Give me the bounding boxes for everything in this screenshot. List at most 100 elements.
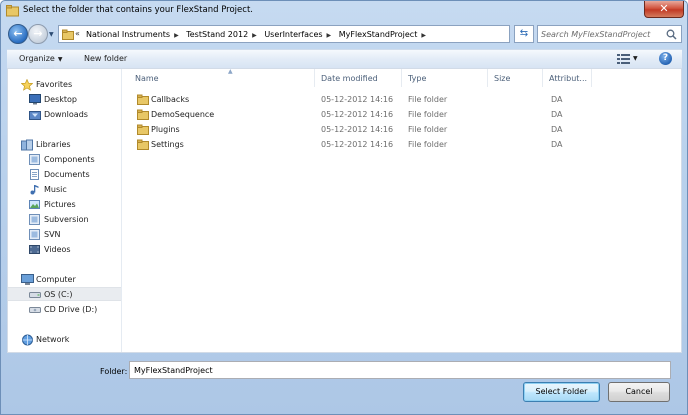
file-attributes: DA xyxy=(551,140,563,149)
sidebar-group-network[interactable]: Network xyxy=(8,333,121,347)
view-options-icon[interactable] xyxy=(617,53,630,64)
search-box[interactable] xyxy=(537,25,682,43)
file-type: File folder xyxy=(408,95,448,104)
chevron-right-icon[interactable]: ▶ xyxy=(174,32,179,39)
app-icon xyxy=(6,5,19,17)
folder-icon xyxy=(137,109,149,120)
file-attributes: DA xyxy=(551,95,563,104)
sidebar-item-documents[interactable]: Documents xyxy=(8,168,121,182)
column-header-size[interactable]: Size xyxy=(488,69,543,87)
sidebar-item-svn[interactable]: SVN xyxy=(8,228,121,242)
address-bar[interactable]: « National Instruments ▶ TestStand 2012 ▶ … xyxy=(58,25,510,43)
sidebar-group-libraries[interactable]: Libraries xyxy=(8,138,121,152)
select-folder-button[interactable]: Select Folder xyxy=(523,382,600,402)
organize-button[interactable]: Organize ▼ xyxy=(19,54,62,63)
sidebar-item-downloads[interactable]: Downloads xyxy=(8,108,121,122)
chevron-down-icon[interactable]: ▼ xyxy=(633,55,638,62)
table-row[interactable]: Plugins 05-12-2012 14:16 File folder DA xyxy=(123,123,681,137)
folder-icon xyxy=(137,94,149,105)
refresh-icon: ⇆ xyxy=(519,28,529,39)
folder-icon xyxy=(137,139,149,150)
table-row[interactable]: Callbacks 05-12-2012 14:16 File folder D… xyxy=(123,93,681,107)
file-attributes: DA xyxy=(551,125,563,134)
folder-field[interactable] xyxy=(129,361,671,379)
library-folder-icon xyxy=(29,154,40,165)
search-input[interactable] xyxy=(541,28,663,40)
sidebar-item-label: Videos xyxy=(44,245,71,254)
file-type: File folder xyxy=(408,140,448,149)
folder-icon xyxy=(62,29,74,40)
breadcrumb-item[interactable]: TestStand 2012 xyxy=(186,30,248,39)
dialog-window: Select the folder that contains your Fle… xyxy=(0,0,688,415)
breadcrumb-item[interactable]: UserInterfaces xyxy=(264,30,322,39)
sidebar-item-label: OS (C:) xyxy=(44,290,73,299)
chevron-right-icon[interactable]: ▶ xyxy=(327,32,332,39)
file-date: 05-12-2012 14:16 xyxy=(321,110,394,119)
column-header-label: Date modified xyxy=(321,74,378,83)
file-type: File folder xyxy=(408,125,448,134)
file-attributes: DA xyxy=(551,110,563,119)
column-header-name[interactable]: Name ▲ xyxy=(129,68,315,87)
table-row[interactable]: Settings 05-12-2012 14:16 File folder DA xyxy=(123,138,681,152)
sidebar-item-components[interactable]: Components xyxy=(8,153,121,167)
sidebar-group-label: Network xyxy=(36,335,70,344)
search-icon xyxy=(666,29,677,40)
column-header-label: Name xyxy=(135,74,159,83)
table-row[interactable]: DemoSequence 05-12-2012 14:16 File folde… xyxy=(123,108,681,122)
title-bar: Select the folder that contains your Fle… xyxy=(1,1,687,21)
sidebar-item-label: Music xyxy=(44,185,67,194)
history-prefix[interactable]: « xyxy=(75,29,80,38)
drive-icon xyxy=(29,292,41,298)
browser-main: Favorites Desktop Downloads Libraries Co… xyxy=(7,68,682,353)
help-button[interactable]: ? xyxy=(659,52,672,65)
chevron-down-icon: ▼ xyxy=(49,31,54,38)
sidebar-item-music[interactable]: Music xyxy=(8,183,121,197)
chevron-right-icon[interactable]: ▶ xyxy=(252,32,257,39)
sidebar-group-label: Libraries xyxy=(36,140,71,149)
new-folder-button[interactable]: New folder xyxy=(84,54,127,63)
sidebar-item-desktop[interactable]: Desktop xyxy=(8,93,121,107)
chevron-right-icon[interactable]: ▶ xyxy=(421,32,426,39)
folder-label: Folder: xyxy=(100,367,128,376)
recent-pages-dropdown[interactable]: ▼ xyxy=(49,31,54,38)
file-date: 05-12-2012 14:16 xyxy=(321,125,394,134)
organize-label: Organize xyxy=(19,54,55,63)
back-button[interactable]: ← xyxy=(8,24,28,44)
sidebar-group-label: Favorites xyxy=(36,80,73,89)
chevron-down-icon: ▼ xyxy=(57,56,63,63)
column-header-label: Type xyxy=(408,74,427,83)
sidebar-item-label: Documents xyxy=(44,170,90,179)
sidebar-item-label: Desktop xyxy=(44,95,77,104)
file-name: Settings xyxy=(151,140,184,149)
document-icon xyxy=(30,169,39,180)
breadcrumb-item[interactable]: MyFlexStandProject xyxy=(339,30,418,39)
help-icon: ? xyxy=(662,53,669,63)
sidebar-item-label: SVN xyxy=(44,230,61,239)
close-button[interactable]: ✕ xyxy=(644,1,684,18)
breadcrumb-item[interactable]: National Instruments xyxy=(86,30,170,39)
column-header-type[interactable]: Type xyxy=(402,69,488,87)
video-icon xyxy=(29,245,40,254)
forward-button[interactable]: → xyxy=(28,24,48,44)
desktop-icon xyxy=(29,94,41,105)
sort-ascending-icon: ▲ xyxy=(228,68,233,75)
column-header-attributes[interactable]: Attribut... xyxy=(543,69,592,87)
sidebar-group-computer[interactable]: Computer xyxy=(8,273,121,287)
sidebar-item-pictures[interactable]: Pictures xyxy=(8,198,121,212)
sidebar-item-videos[interactable]: Videos xyxy=(8,243,121,257)
column-header-label: Size xyxy=(494,74,511,83)
music-icon xyxy=(30,185,39,195)
sidebar-item-subversion[interactable]: Subversion xyxy=(8,213,121,227)
sidebar-item-os-drive[interactable]: OS (C:) xyxy=(8,287,121,301)
network-icon xyxy=(22,334,33,346)
refresh-button[interactable]: ⇆ xyxy=(514,25,534,43)
cancel-button[interactable]: Cancel xyxy=(608,382,670,402)
command-toolbar: Organize ▼ New folder ▼ ? xyxy=(7,49,682,68)
column-header-date[interactable]: Date modified xyxy=(315,69,402,87)
window-title: Select the folder that contains your Fle… xyxy=(23,5,253,15)
sidebar-group-favorites[interactable]: Favorites xyxy=(8,78,121,92)
file-date: 05-12-2012 14:16 xyxy=(321,140,394,149)
file-type: File folder xyxy=(408,110,448,119)
sidebar-item-label: CD Drive (D:) xyxy=(44,305,98,314)
sidebar-item-cd-drive[interactable]: CD Drive (D:) xyxy=(8,303,121,317)
